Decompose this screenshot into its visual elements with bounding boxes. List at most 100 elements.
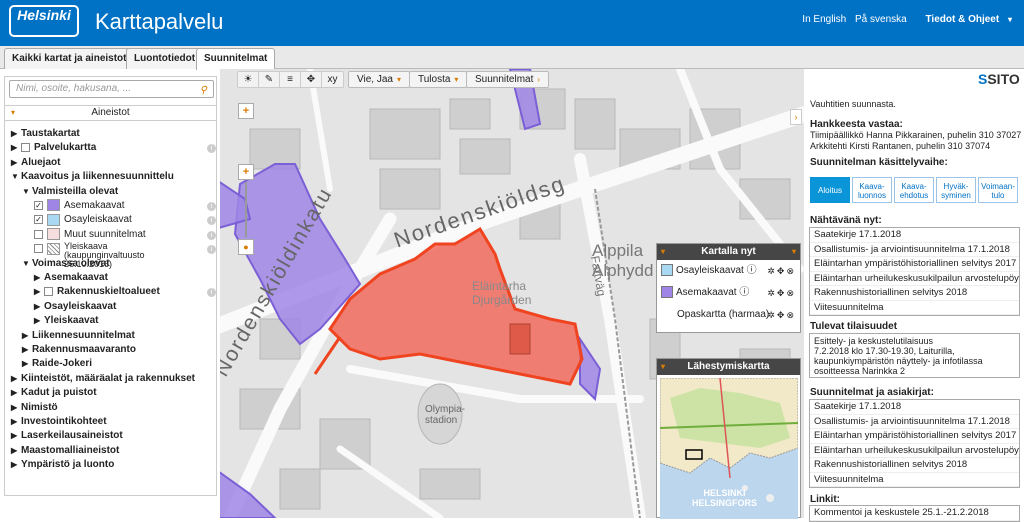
- tab-nature[interactable]: Luontotiedot: [126, 48, 204, 69]
- export-share-dropdown[interactable]: Vie, Jaa ▾: [348, 71, 410, 88]
- active-layer-osayleiskaavat[interactable]: Osayleiskaavat ⓘ: [661, 263, 757, 279]
- tree-item[interactable]: ▶ Ympäristö ja luonto: [11, 458, 114, 472]
- tree-item[interactable]: ▶ Maastomalliaineistot: [11, 444, 119, 458]
- plans-dropdown[interactable]: Suunnitelmat ›: [466, 71, 550, 88]
- pencil-icon[interactable]: ✎: [259, 72, 280, 87]
- document-link[interactable]: Rakennushistoriallinen selvitys 2018: [810, 286, 1019, 301]
- search-input[interactable]: Nimi, osoite, hakusana, ... ⚲: [9, 80, 214, 98]
- document-link[interactable]: Eläintarhan urheilukeskus​ukilpailun arv…: [810, 272, 1019, 286]
- sun-icon[interactable]: ☀: [238, 72, 259, 87]
- tree-item[interactable]: ▶ Kiinteistöt, määräalat ja rakennukset: [11, 372, 195, 386]
- tree-item[interactable]: ▼ Voimassa olevat: [22, 257, 110, 271]
- document-link[interactable]: Eläintarhan ympäristöhistoriallinen selv…: [810, 257, 1019, 272]
- info-icon[interactable]: ⓘ: [737, 287, 749, 298]
- expanded-icon[interactable]: ▼: [22, 257, 32, 270]
- locate-me-icon[interactable]: ●: [238, 239, 254, 255]
- info-icon[interactable]: i: [207, 202, 216, 211]
- expanded-icon[interactable]: ▼: [11, 170, 21, 183]
- collapsed-icon[interactable]: ▶: [11, 429, 21, 442]
- document-link[interactable]: Viitesuunnitelma: [810, 473, 1019, 487]
- kartalla-nyt-header[interactable]: ▾ Kartalla nyt ▾: [657, 244, 800, 260]
- active-layer-asemakaavat[interactable]: Asemakaavat ⓘ: [661, 285, 749, 301]
- move-icon[interactable]: ✥: [301, 72, 322, 87]
- collapsed-icon[interactable]: ▶: [11, 156, 21, 169]
- collapsed-icon[interactable]: ▶: [34, 300, 44, 313]
- tree-item[interactable]: ▶ Nimistö: [11, 401, 58, 415]
- search-icon[interactable]: ⚲: [200, 83, 207, 99]
- layer-controls[interactable]: ✲✥⊗: [767, 263, 796, 279]
- step-aloitus[interactable]: Aloitus: [810, 177, 850, 203]
- tree-item[interactable]: ▼ Kaavoitus ja liikennesuunnittelu: [11, 170, 174, 184]
- event-box[interactable]: Esittely- ja keskustelutilaisuus 7.2.201…: [809, 333, 1020, 378]
- tree-item[interactable]: ▶ Taustakartat: [11, 127, 80, 141]
- collapsed-icon[interactable]: ▶: [22, 357, 32, 370]
- tree-item[interactable]: ▶ Investointikohteet: [11, 415, 107, 429]
- step-hyvaksyminen[interactable]: Hyväk-syminen: [936, 177, 976, 203]
- layer-controls[interactable]: ✲✥⊗: [767, 285, 796, 301]
- layer-controls[interactable]: ✲✥⊗: [767, 307, 796, 323]
- overview-map[interactable]: HELSINKI HELSINGFORS: [660, 378, 798, 519]
- expand-panel-icon[interactable]: ›: [790, 109, 802, 125]
- info-icon[interactable]: i: [207, 216, 216, 226]
- layer-checkbox[interactable]: [21, 143, 30, 153]
- document-link[interactable]: Saatekirje 17.1.2018: [810, 400, 1019, 415]
- tree-item[interactable]: ▶ Osayleiskaavat: [34, 300, 116, 314]
- zoom-in-icon[interactable]: +: [238, 164, 254, 180]
- tree-item[interactable]: ▶ Yleiskaavat: [34, 314, 99, 328]
- info-icon[interactable]: ⓘ: [744, 265, 757, 276]
- active-layer-opaskartta[interactable]: Opaskartta (harmaa): [677, 307, 769, 323]
- collapsed-icon[interactable]: ▶: [22, 343, 32, 356]
- tree-item[interactable]: ▶ Rakennuskieltoalueet: [34, 285, 160, 299]
- collapsed-icon[interactable]: ▶: [11, 401, 21, 414]
- info-icon[interactable]: i: [207, 144, 216, 154]
- info-icon[interactable]: i: [207, 245, 216, 255]
- layer-checkbox[interactable]: [44, 287, 53, 297]
- document-link[interactable]: Eläintarhan urheilukeskus​ukilpailun arv…: [810, 444, 1019, 458]
- tree-item[interactable]: ▶ Liikennesuunnitelmat: [22, 329, 135, 343]
- tree-item[interactable]: ▶ Rakennusmaavaranto: [22, 343, 136, 357]
- zoom-slider[interactable]: [245, 182, 247, 237]
- helsinki-logo[interactable]: Helsinki: [9, 5, 79, 37]
- tree-item[interactable]: ▶ Laserkeilausaineistot: [11, 429, 123, 443]
- layer-checkbox[interactable]: ✓: [34, 215, 43, 225]
- collapsed-icon[interactable]: ▶: [34, 271, 44, 284]
- tab-plans[interactable]: Suunnitelmat: [196, 48, 276, 70]
- collapsed-icon[interactable]: ▶: [34, 285, 44, 298]
- expanded-icon[interactable]: ▼: [22, 185, 32, 198]
- tree-item[interactable]: ▶ Asemakaavat: [34, 271, 108, 285]
- document-link[interactable]: Viitesuunnitelma: [810, 301, 1019, 315]
- step-kaavaehdotus[interactable]: Kaava-ehdotus: [894, 177, 934, 203]
- document-link[interactable]: Rakennushistoriallinen selvitys 2018: [810, 458, 1019, 473]
- collapsed-icon[interactable]: ▶: [22, 329, 32, 342]
- help-menu[interactable]: Tiedot & Ohjeet ▾: [919, 14, 1012, 25]
- layer-checkbox[interactable]: [34, 229, 43, 239]
- document-link[interactable]: Kommentoi ja keskustele 25.1.-21.2.2018: [810, 506, 1019, 521]
- list-icon[interactable]: ≡: [280, 72, 301, 87]
- document-link[interactable]: Osallistumis- ja arviointisuunnitelma 17…: [810, 243, 1019, 257]
- tree-item[interactable]: ▶ Kadut ja puistot: [11, 386, 97, 400]
- tree-item[interactable]: ✓ Osayleiskaavat: [34, 213, 132, 227]
- collapsed-icon[interactable]: ▶: [11, 458, 21, 471]
- link-swedish[interactable]: På svenska: [855, 14, 907, 25]
- collapsed-icon[interactable]: ▶: [11, 386, 21, 399]
- tree-item[interactable]: Muut suunnitelmat: [34, 228, 146, 242]
- tree-item[interactable]: ✓ Asemakaavat: [34, 199, 125, 213]
- collapsed-icon[interactable]: ▶: [11, 127, 21, 140]
- document-link[interactable]: Eläintarhan ympäristöhistoriallinen selv…: [810, 429, 1019, 444]
- xy-icon[interactable]: xy: [322, 72, 343, 87]
- document-link[interactable]: Saatekirje 17.1.2018: [810, 228, 1019, 243]
- collapsed-icon[interactable]: ▶: [11, 372, 21, 385]
- add-layer-button[interactable]: +: [238, 103, 254, 119]
- aineistot-header[interactable]: ▾ Aineistot: [5, 105, 216, 121]
- tree-item[interactable]: ▶ Raide-Jokeri: [22, 357, 92, 371]
- layer-checkbox[interactable]: ✓: [34, 200, 43, 210]
- tree-item[interactable]: ▼ Valmisteilla olevat: [22, 185, 118, 199]
- tree-item[interactable]: Yleiskaava (kaupunginvaltuusto 26.10.201…: [34, 242, 174, 269]
- collapsed-icon[interactable]: ▶: [11, 415, 21, 428]
- link-english[interactable]: In English: [802, 14, 846, 25]
- collapsed-icon[interactable]: ▶: [34, 314, 44, 327]
- collapsed-icon[interactable]: ▶: [11, 141, 21, 154]
- info-icon[interactable]: i: [207, 230, 216, 240]
- tree-item[interactable]: ▶ Aluejaot: [11, 156, 60, 170]
- layer-checkbox[interactable]: [34, 244, 43, 254]
